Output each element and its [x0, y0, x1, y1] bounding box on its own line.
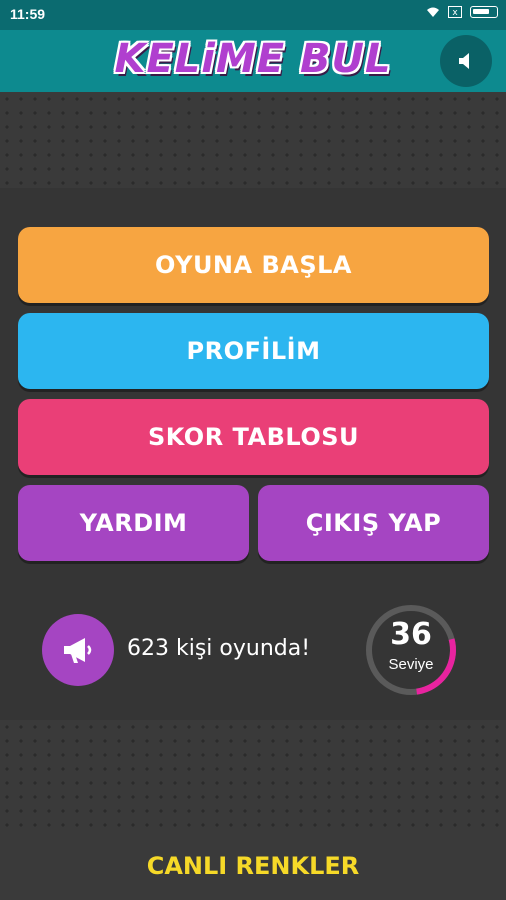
battery-icon — [470, 6, 498, 18]
help-button[interactable]: YARDIM — [18, 485, 249, 561]
online-players-badge — [42, 614, 114, 686]
app-logo: KELiME BUL — [114, 36, 392, 82]
level-number: 36 — [390, 617, 432, 652]
megaphone-icon — [64, 638, 92, 663]
level-indicator: 36 Seviye — [364, 603, 458, 697]
background-pattern-top — [0, 92, 506, 188]
exit-button[interactable]: ÇIKIŞ YAP — [258, 485, 489, 561]
speaker-icon — [459, 53, 469, 69]
app-header: KELiME BUL — [0, 30, 506, 92]
profile-button[interactable]: PROFİLİM — [18, 313, 489, 389]
wifi-icon — [427, 7, 439, 17]
status-icons: x — [426, 6, 498, 18]
level-label: Seviye — [388, 656, 434, 673]
developer-link[interactable]: CANLI RENKLER — [0, 852, 506, 880]
online-players-text: 623 kişi oyunda! — [127, 636, 311, 661]
sim-icon: x — [448, 6, 462, 18]
scoreboard-button[interactable]: SKOR TABLOSU — [18, 399, 489, 475]
start-game-button[interactable]: OYUNA BAŞLA — [18, 227, 489, 303]
status-bar: 11:59 x — [0, 0, 506, 30]
footer-bar: CANLI RENKLER — [0, 832, 506, 900]
background-pattern-bottom — [0, 720, 506, 832]
status-time: 11:59 — [10, 6, 46, 22]
sim-label: x — [452, 8, 458, 18]
sound-toggle-button[interactable] — [440, 35, 492, 87]
